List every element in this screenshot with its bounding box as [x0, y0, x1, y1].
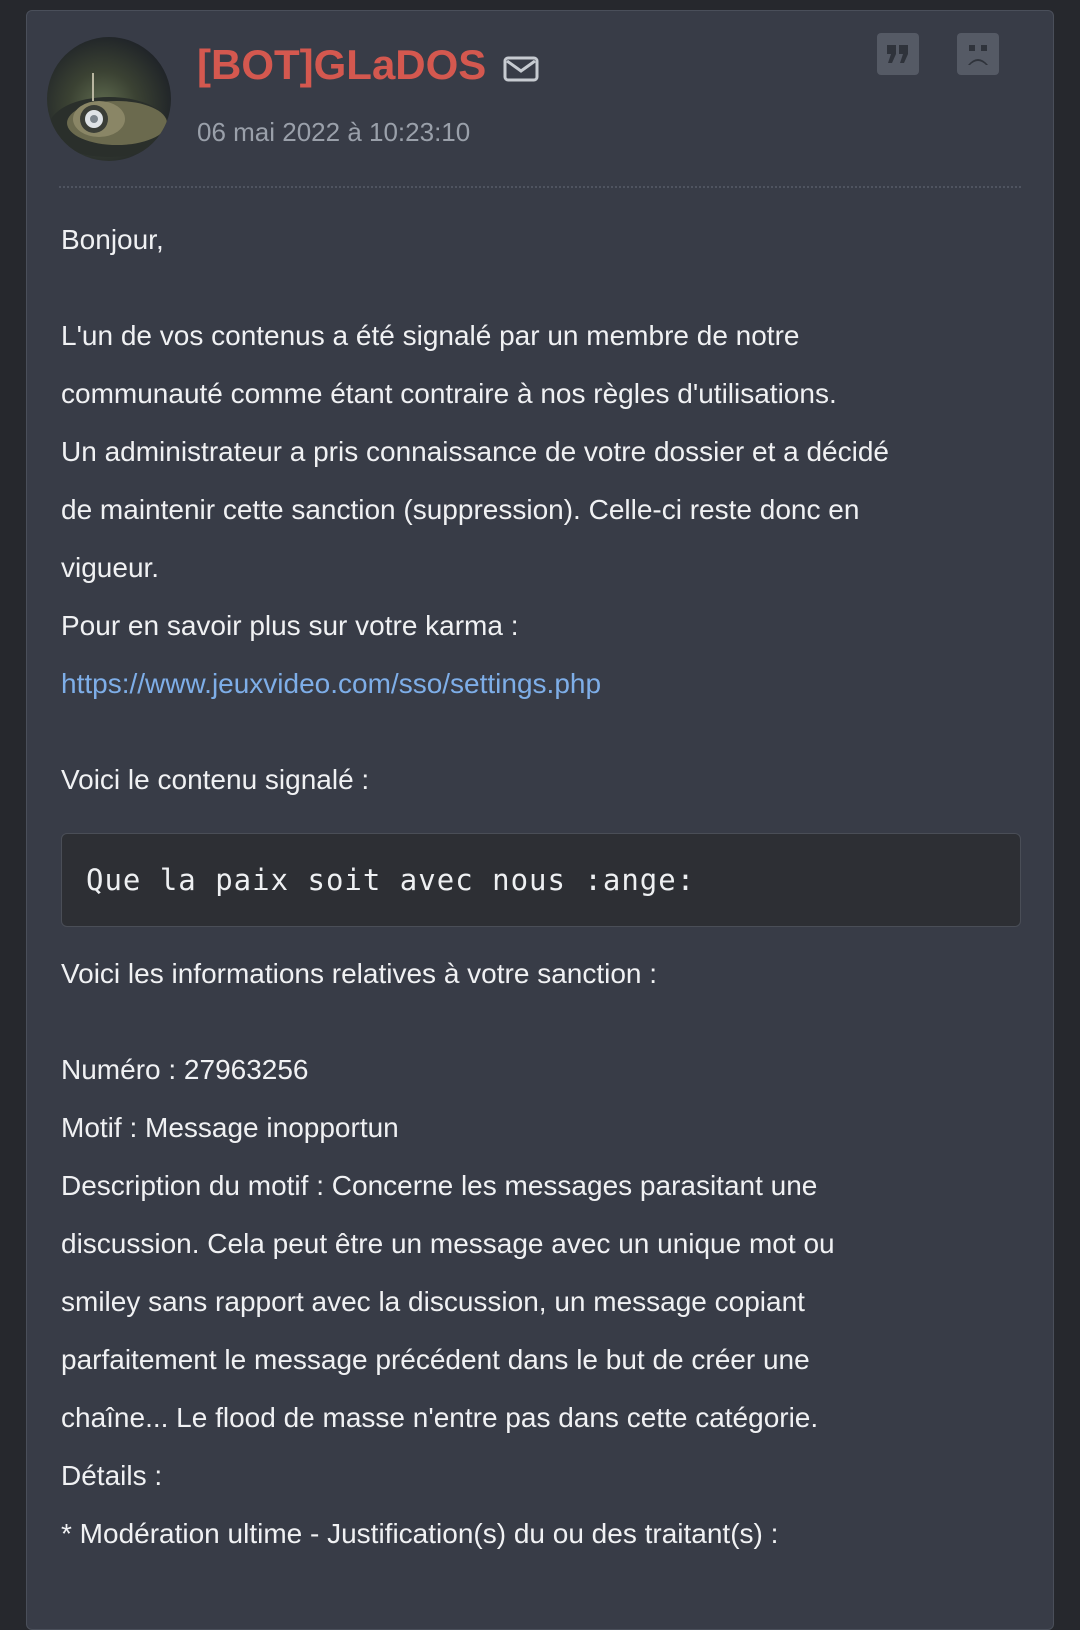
motif-description: discussion. Cela peut être un message av… [61, 1228, 835, 1259]
post-body: Bonjour, L'un de vos contenus a été sign… [61, 211, 1021, 1563]
body-line: communauté comme étant contraire à nos r… [61, 378, 837, 409]
reported-intro: Voici le contenu signalé : [61, 764, 370, 795]
quote-button[interactable] [877, 33, 919, 75]
report-button[interactable] [957, 33, 999, 75]
body-line: vigueur. [61, 552, 160, 583]
body-line: Un administrateur a pris connaissance de… [61, 436, 889, 467]
sanction-motif: Motif : Message inopportun [61, 1112, 399, 1143]
reported-content: Que la paix soit avec nous :ange: [86, 863, 696, 897]
username[interactable]: [BOT]GLaDOS [197, 41, 486, 89]
body-line: Pour en savoir plus sur votre karma : [61, 610, 519, 641]
reported-content-block: Que la paix soit avec nous :ange: [61, 833, 1021, 927]
body-line: de maintenir cette sanction (suppression… [61, 494, 860, 525]
sanction-number: Numéro : 27963256 [61, 1054, 309, 1085]
sanction-intro: Voici les informations relatives à votre… [61, 958, 658, 989]
details-label: Détails : [61, 1460, 163, 1491]
greeting: Bonjour, [61, 224, 164, 255]
envelope-icon [503, 56, 539, 82]
send-message-button[interactable] [503, 55, 539, 83]
post-date: 06 mai 2022 à 10:23:10 [197, 117, 471, 147]
moderation-justification: * Modération ultime - Justification(s) d… [61, 1518, 779, 1549]
header-divider [59, 186, 1021, 188]
sad-face-icon [968, 45, 988, 65]
motif-description: smiley sans rapport avec la discussion, … [61, 1286, 805, 1317]
quote-icon [887, 45, 908, 63]
motif-description: Description du motif : Concerne les mess… [61, 1170, 818, 1201]
avatar-image [49, 73, 169, 157]
motif-description: chaîne... Le flood de masse n'entre pas … [61, 1402, 819, 1433]
forum-post-card: [BOT]GLaDOS 06 mai 2022 à 10:23:10 Bonjo… [26, 10, 1054, 1630]
karma-settings-link[interactable]: https://www.jeuxvideo.com/sso/settings.p… [61, 668, 601, 699]
body-line: L'un de vos contenus a été signalé par u… [61, 320, 800, 351]
avatar[interactable] [47, 37, 171, 161]
motif-description: parfaitement le message précédent dans l… [61, 1344, 810, 1375]
